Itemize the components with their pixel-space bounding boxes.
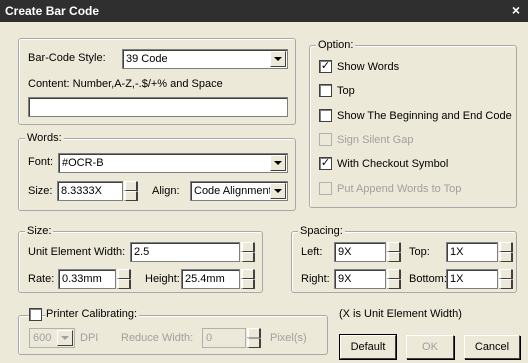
height-stepper[interactable]	[241, 269, 255, 289]
font-value: #OCR-B	[62, 157, 104, 169]
size-label: Size:	[28, 185, 53, 197]
font-select[interactable]: #OCR-B	[58, 153, 288, 173]
option-label: Show The Beginning and End Code	[337, 110, 512, 122]
height-label: Height:	[145, 273, 180, 285]
rate-stepper[interactable]	[117, 269, 131, 289]
height-input[interactable]: 25.4mm	[181, 269, 240, 289]
dpi-value: 600	[33, 332, 52, 344]
bottom-spacing-stepper[interactable]	[499, 269, 513, 289]
option-label: With Checkout Symbol	[337, 158, 449, 170]
right-label: Right:	[301, 273, 330, 285]
option-checkbox[interactable]	[319, 84, 332, 97]
top-spacing-stepper[interactable]	[499, 242, 513, 262]
unit-note: (X is Unit Element Width)	[339, 308, 462, 320]
barcode-style-select[interactable]: 39 Code	[122, 49, 288, 69]
unit-width-value: 2.5	[134, 246, 150, 258]
option-checkbox[interactable]: ✓	[319, 157, 332, 170]
option-checkbox[interactable]	[319, 109, 332, 122]
option-label: Put Append Words to Top	[337, 183, 462, 195]
option-label: Top	[337, 85, 355, 97]
font-label: Font:	[28, 156, 54, 168]
printer-calibrating-checkbox[interactable]	[29, 308, 42, 321]
title-bar: Create Bar Code ×	[0, 0, 528, 22]
check-icon: ✓	[320, 157, 331, 169]
check-icon: ✓	[320, 60, 331, 72]
bottom-label: Bottom:	[409, 273, 447, 285]
window-title: Create Bar Code	[5, 4, 100, 18]
close-icon[interactable]: ×	[508, 2, 524, 18]
chevron-down-icon[interactable]	[270, 183, 286, 199]
bottom-spacing-input[interactable]: 1X	[446, 269, 498, 289]
option-legend: Option:	[316, 39, 356, 51]
default-button[interactable]: Default	[339, 334, 397, 360]
size-legend: Size:	[25, 225, 54, 237]
left-label: Left:	[301, 246, 323, 258]
unit-width-stepper[interactable]	[241, 242, 255, 262]
unit-width-input[interactable]: 2.5	[130, 242, 240, 262]
spacing-legend: Spacing:	[298, 225, 345, 237]
reduce-width-input[interactable]: 0	[202, 328, 246, 348]
option-checkbox[interactable]	[319, 133, 332, 146]
barcode-style-value: 39 Code	[126, 53, 168, 65]
rate-value: 0.33mm	[62, 273, 102, 285]
option-checkbox[interactable]	[319, 182, 332, 195]
content-label: Content: Number,A-Z,-.$/+% and Space	[28, 78, 223, 90]
content-input[interactable]	[28, 97, 288, 117]
reduce-width-label: Reduce Width:	[121, 332, 194, 344]
option-label: Sign Silent Gap	[337, 134, 414, 146]
bottom-spacing-value: 1X	[450, 273, 464, 285]
option-checkbox[interactable]: ✓	[319, 60, 332, 73]
right-spacing-value: 9X	[338, 273, 352, 285]
unit-width-label: Unit Element Width:	[28, 246, 126, 258]
cancel-button[interactable]: Cancel	[464, 335, 520, 359]
rate-input[interactable]: 0.33mm	[58, 269, 116, 289]
ok-button[interactable]: OK	[406, 335, 454, 359]
printer-calibrating-label: Printer Calibrating:	[46, 308, 140, 320]
chevron-down-icon[interactable]	[270, 51, 286, 67]
words-legend: Words:	[25, 132, 64, 144]
reduce-width-stepper[interactable]	[247, 328, 261, 348]
font-size-stepper[interactable]	[124, 181, 138, 201]
align-label: Align:	[152, 185, 180, 197]
barcode-style-label: Bar-Code Style:	[28, 52, 106, 64]
left-spacing-stepper[interactable]	[387, 242, 401, 262]
right-spacing-stepper[interactable]	[387, 269, 401, 289]
pixels-label: Pixel(s)	[270, 332, 307, 344]
height-value: 25.4mm	[185, 273, 225, 285]
font-size-input[interactable]: 8.3333X	[57, 181, 123, 201]
chevron-down-icon[interactable]	[57, 330, 73, 346]
left-spacing-input[interactable]: 9X	[334, 242, 386, 262]
align-select[interactable]: Code Alignment	[190, 181, 288, 201]
chevron-down-icon[interactable]	[270, 155, 286, 171]
font-size-value: 8.3333X	[61, 185, 102, 197]
top-spacing-value: 1X	[450, 246, 464, 258]
rate-label: Rate:	[28, 273, 55, 285]
dpi-label: DPI	[80, 332, 99, 344]
top-spacing-input[interactable]: 1X	[446, 242, 498, 262]
dpi-select[interactable]: 600	[29, 328, 75, 348]
reduce-width-value: 0	[206, 332, 213, 344]
option-label: Show Words	[337, 61, 400, 73]
left-spacing-value: 9X	[338, 246, 352, 258]
align-value: Code Alignment	[194, 185, 272, 197]
right-spacing-input[interactable]: 9X	[334, 269, 386, 289]
top-label: Top:	[409, 246, 430, 258]
